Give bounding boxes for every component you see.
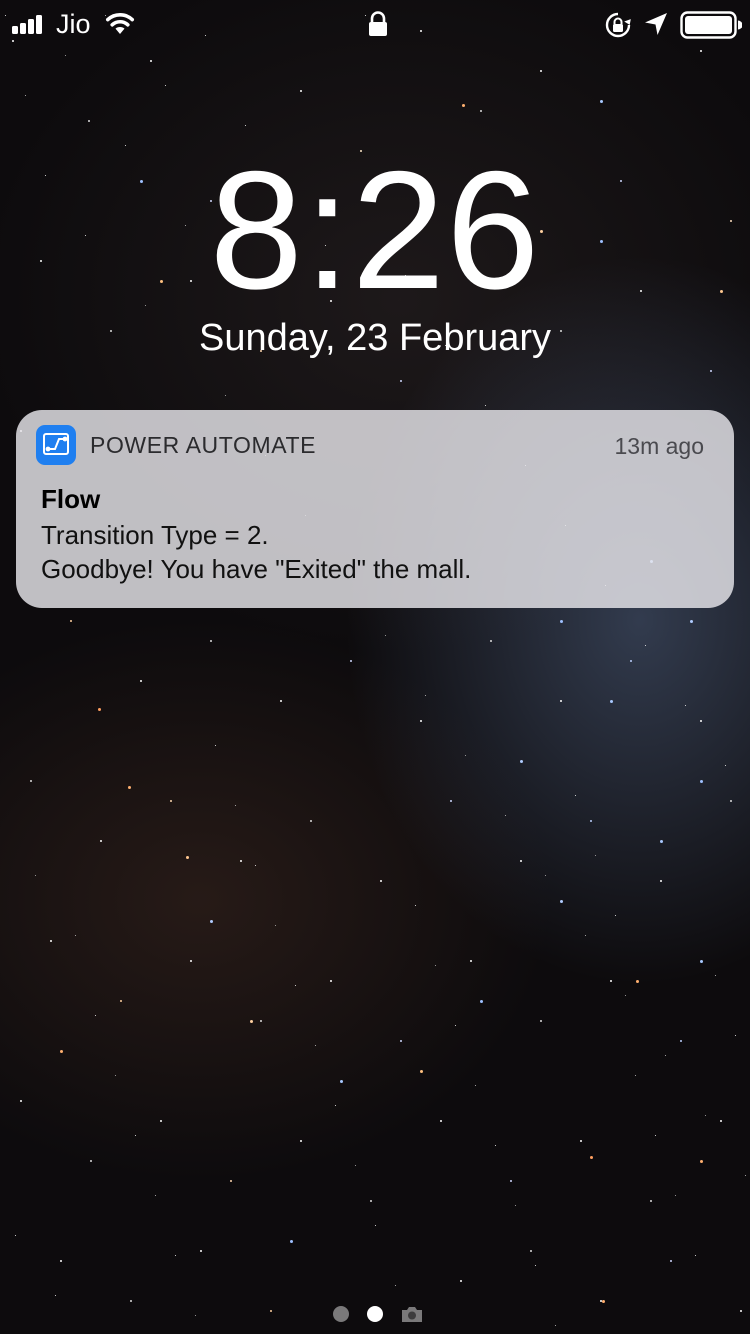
power-automate-icon: [36, 425, 76, 465]
notification-body-line: Goodbye! You have "Exited" the mall.: [41, 554, 472, 584]
notification-app-name: POWER AUTOMATE: [90, 432, 317, 458]
page-indicator[interactable]: [0, 1300, 750, 1330]
carrier-name: Jio: [56, 9, 91, 39]
rotation-lock-icon: [605, 12, 631, 38]
notification-title: Flow: [41, 484, 101, 514]
camera-icon[interactable]: [400, 1304, 424, 1324]
status-bar: Jio: [0, 0, 750, 48]
lock-screen-time: 8:26: [209, 136, 541, 324]
battery-icon: [680, 11, 742, 39]
notification-timestamp: 13m ago: [614, 433, 704, 459]
lock-icon: [369, 11, 387, 36]
notification-card[interactable]: POWER AUTOMATE 13m ago Flow Transition T…: [16, 410, 734, 608]
location-arrow-icon: [645, 13, 667, 35]
wifi-icon: [106, 13, 134, 34]
signal-strength-icon: [12, 14, 46, 34]
lock-screen-date: Sunday, 23 February: [198, 317, 552, 359]
page-dot[interactable]: [333, 1306, 349, 1322]
page-dot-active[interactable]: [367, 1306, 383, 1322]
notification-body-line: Transition Type = 2.: [41, 520, 269, 550]
